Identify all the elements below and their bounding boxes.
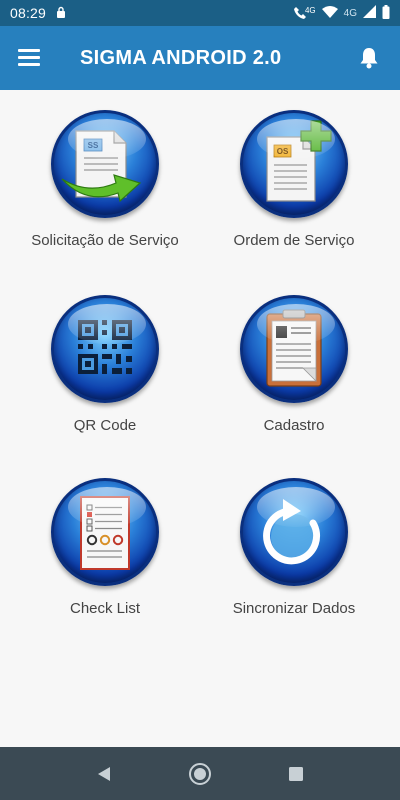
wifi-icon [321, 5, 338, 21]
tile-registration[interactable]: Cadastro [199, 295, 389, 434]
registration-clipboard-icon [240, 295, 348, 403]
tile-sync-data[interactable]: Sincronizar Dados [199, 478, 389, 617]
volte-call-icon: 4G [293, 6, 316, 20]
service-order-icon: OS [240, 110, 348, 218]
tile-service-order[interactable]: OS Ordem de Serviço [199, 110, 389, 249]
tile-label-sync-data: Sincronizar Dados [232, 600, 356, 617]
status-icons: 4G 4G [293, 4, 390, 22]
service-request-icon: SS [51, 110, 159, 218]
tile-label-qr-code: QR Code [73, 417, 137, 434]
recents-square-icon[interactable] [283, 761, 309, 787]
checklist-icon [51, 478, 159, 586]
tile-label-service-order: Ordem de Serviço [233, 232, 355, 249]
status-bar: 08:29 4G 4G [0, 0, 400, 26]
tile-label-registration: Cadastro [263, 417, 325, 434]
tile-label-checklist: Check List [69, 600, 141, 617]
main-grid: SS Solicitação de Serviço OS Ordem de Se… [0, 90, 400, 747]
app-title: SIGMA ANDROID 2.0 [80, 46, 282, 69]
status-time: 08:29 [10, 5, 47, 21]
tile-qr-code[interactable]: QR Code [10, 295, 200, 434]
tile-label-service-request: Solicitação de Serviço [31, 232, 179, 249]
doc-code-os: OS [277, 147, 289, 156]
sync-icon [240, 478, 348, 586]
tile-checklist[interactable]: Check List [10, 478, 200, 617]
system-navigation-bar [0, 747, 400, 800]
lock-icon [56, 6, 66, 21]
home-circle-icon[interactable] [187, 761, 213, 787]
tile-service-request[interactable]: SS Solicitação de Serviço [10, 110, 200, 249]
battery-icon [382, 4, 390, 22]
back-triangle-icon[interactable] [91, 761, 117, 787]
bell-icon[interactable] [356, 45, 382, 71]
doc-code-ss: SS [88, 141, 99, 150]
signal-icon [363, 5, 376, 21]
network-label-2: 4G [343, 7, 357, 19]
hamburger-menu-icon[interactable] [18, 48, 44, 68]
qr-code-icon [51, 295, 159, 403]
network-label-1: 4G [304, 5, 316, 15]
app-bar: SIGMA ANDROID 2.0 [0, 26, 400, 90]
